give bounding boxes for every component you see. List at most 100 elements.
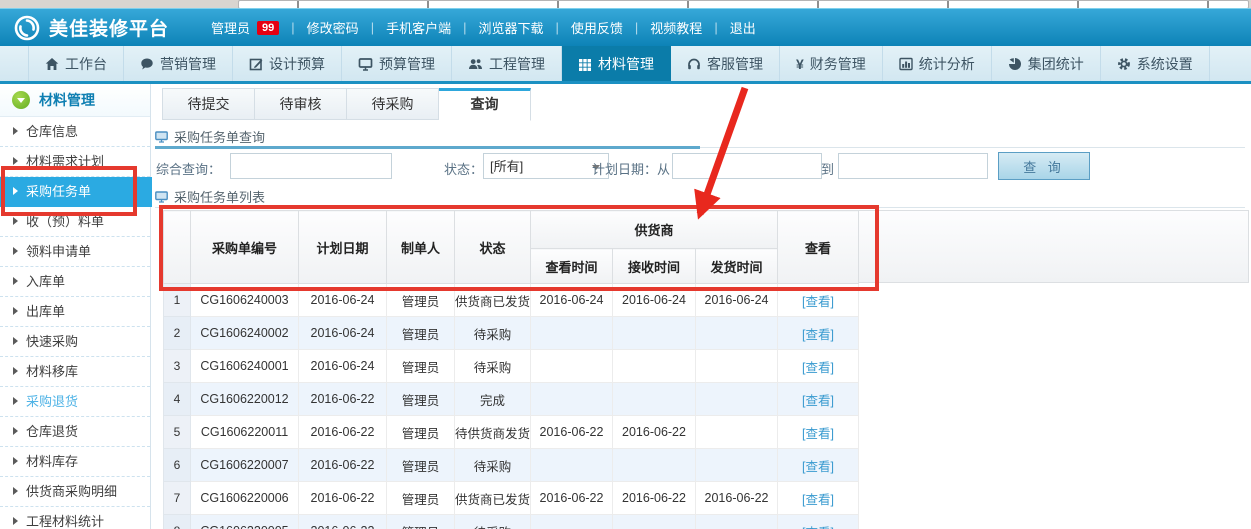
pie-chart-icon (1008, 57, 1022, 71)
logout-link[interactable]: 退出 (730, 18, 756, 37)
status-select[interactable]: [所有] (483, 153, 609, 179)
date-from-input[interactable] (672, 153, 822, 179)
sidebar-item-purchase-task[interactable]: 采购任务单 (0, 177, 156, 207)
view-link[interactable]: [查看] (802, 526, 834, 529)
date-to-label: 到 (821, 159, 834, 178)
arrow-icon (13, 367, 18, 375)
sidebar-item-purchase-return[interactable]: 采购退货 (0, 387, 150, 417)
monitor-icon (155, 191, 168, 203)
table-row: 3CG16062400012016-06-24管理员待采购[查看] (164, 350, 859, 383)
view-link[interactable]: [查看] (802, 361, 834, 375)
feedback-link[interactable]: 使用反馈 (571, 18, 623, 37)
col-view-header: 查看 (778, 211, 859, 284)
users-icon (468, 57, 483, 71)
divider: | (291, 20, 294, 35)
main-nav: 工作台 营销管理 设计预算 预算管理 工程管理 材料管理 客服管理 ¥ 财务管理 (0, 46, 1251, 84)
view-link[interactable]: [查看] (802, 394, 834, 408)
nav-material-mgmt[interactable]: 材料管理 (562, 46, 671, 81)
col-status-header: 状态 (455, 211, 531, 284)
mobile-client-link[interactable]: 手机客户端 (386, 18, 451, 37)
nav-label: 材料管理 (598, 54, 654, 74)
arrow-icon (13, 217, 18, 225)
tab-query[interactable]: 查询 (439, 88, 531, 121)
sidebar-item-quick-purchase[interactable]: 快速采购 (0, 327, 150, 357)
browser-download-link[interactable]: 浏览器下载 (478, 18, 543, 37)
table-row: 1CG16062400032016-06-24管理员供货商已发货2016-06-… (164, 284, 859, 317)
view-link[interactable]: [查看] (802, 427, 834, 441)
sidebar-item-material-transfer[interactable]: 材料移库 (0, 357, 150, 387)
user-menu[interactable]: 管理员 (211, 18, 250, 37)
table-header-extension (858, 210, 1249, 283)
sidebar-item-receive-material[interactable]: 收（预）料单 (0, 207, 150, 237)
col-ship-time-header: 发货时间 (696, 249, 778, 284)
section-title-text: 采购任务单查询 (174, 127, 265, 146)
divider: | (371, 20, 374, 35)
nav-label: 系统设置 (1137, 54, 1193, 74)
main-content: 待提交 待审核 待采购 查询 采购任务单查询 综合查询： 状态： [所有] 计划… (152, 84, 1251, 529)
sidebar-item-warehouse-return[interactable]: 仓库退货 (0, 417, 150, 447)
col-view-time-header: 查看时间 (531, 249, 613, 284)
sidebar-header[interactable]: 材料管理 (0, 84, 150, 117)
bar-chart-icon (899, 57, 913, 71)
sidebar-item-material-stock[interactable]: 材料库存 (0, 447, 150, 477)
nav-label: 设计预算 (269, 54, 325, 74)
monitor-icon (358, 57, 373, 71)
topbar: 美佳装修平台 管理员 99 | 修改密码 | 手机客户端 | 浏览器下载 | 使… (0, 8, 1251, 46)
sidebar-item-warehouse-info[interactable]: 仓库信息 (0, 117, 150, 147)
video-tutorial-link[interactable]: 视频教程 (650, 18, 702, 37)
view-link[interactable]: [查看] (802, 493, 834, 507)
arrow-icon (13, 307, 18, 315)
divider: | (714, 20, 717, 35)
nav-finance-mgmt[interactable]: ¥ 财务管理 (780, 46, 883, 81)
nav-marketing[interactable]: 营销管理 (124, 46, 233, 81)
nav-label: 客服管理 (707, 54, 763, 74)
nav-label: 财务管理 (810, 54, 866, 74)
sidebar-item-material-request[interactable]: 领料申请单 (0, 237, 150, 267)
divider: | (556, 20, 559, 35)
nav-label: 统计分析 (919, 54, 975, 74)
keyword-input[interactable] (230, 153, 392, 179)
search-button[interactable]: 查 询 (998, 152, 1090, 180)
app-window: 美佳装修平台 管理员 99 | 修改密码 | 手机客户端 | 浏览器下载 | 使… (0, 0, 1251, 529)
tab-pending-purchase[interactable]: 待采购 (347, 88, 439, 120)
sidebar-item-supplier-purchase-detail[interactable]: 供货商采购明细 (0, 477, 150, 507)
notification-badge: 99 (257, 21, 279, 35)
gear-icon (1117, 57, 1131, 71)
sidebar-item-material-demand-plan[interactable]: 材料需求计划 (0, 147, 150, 177)
tab-pending-submit[interactable]: 待提交 (162, 88, 255, 120)
nav-budget-mgmt[interactable]: 预算管理 (342, 46, 452, 81)
table-row: 7CG16062200062016-06-22管理员供货商已发货2016-06-… (164, 482, 859, 515)
keyword-label: 综合查询： (156, 159, 221, 178)
arrow-icon (13, 127, 18, 135)
tab-pending-review[interactable]: 待审核 (255, 88, 347, 120)
nav-label: 集团统计 (1028, 54, 1084, 74)
date-to-input[interactable] (838, 153, 988, 179)
col-receive-time-header: 接收时间 (613, 249, 696, 284)
date-from-label: 计划日期：从 (592, 159, 670, 178)
nav-system-settings[interactable]: 系统设置 (1101, 46, 1210, 81)
table-row: 2CG16062400022016-06-24管理员待采购[查看] (164, 317, 859, 350)
topbar-menu: 管理员 99 | 修改密码 | 手机客户端 | 浏览器下载 | 使用反馈 | 视… (211, 18, 756, 37)
sidebar-item-outbound[interactable]: 出库单 (0, 297, 150, 327)
nav-group-statistics[interactable]: 集团统计 (992, 46, 1101, 81)
sidebar: 材料管理 仓库信息 材料需求计划 采购任务单 收（预）料单 领料申请单 入库单 … (0, 84, 151, 529)
view-link[interactable]: [查看] (802, 460, 834, 474)
nav-statistics[interactable]: 统计分析 (883, 46, 992, 81)
divider: | (463, 20, 466, 35)
grid-icon (578, 57, 592, 71)
nav-label: 工程管理 (489, 54, 545, 74)
nav-customer-service[interactable]: 客服管理 (671, 46, 780, 81)
active-pointer (130, 177, 146, 207)
view-link[interactable]: [查看] (802, 295, 834, 309)
sidebar-item-inbound[interactable]: 入库单 (0, 267, 150, 297)
view-link[interactable]: [查看] (802, 328, 834, 342)
nav-design-budget[interactable]: 设计预算 (233, 46, 342, 81)
logo[interactable]: 美佳装修平台 (14, 14, 169, 41)
col-plan-date-header: 计划日期 (299, 211, 387, 284)
table-row: 4CG16062200122016-06-22管理员完成[查看] (164, 383, 859, 416)
nav-project-mgmt[interactable]: 工程管理 (452, 46, 562, 81)
query-section-title: 采购任务单查询 (155, 126, 1245, 148)
sidebar-item-project-material-stats[interactable]: 工程材料统计 (0, 507, 150, 529)
change-password-link[interactable]: 修改密码 (307, 18, 359, 37)
nav-workbench[interactable]: 工作台 (28, 46, 124, 81)
